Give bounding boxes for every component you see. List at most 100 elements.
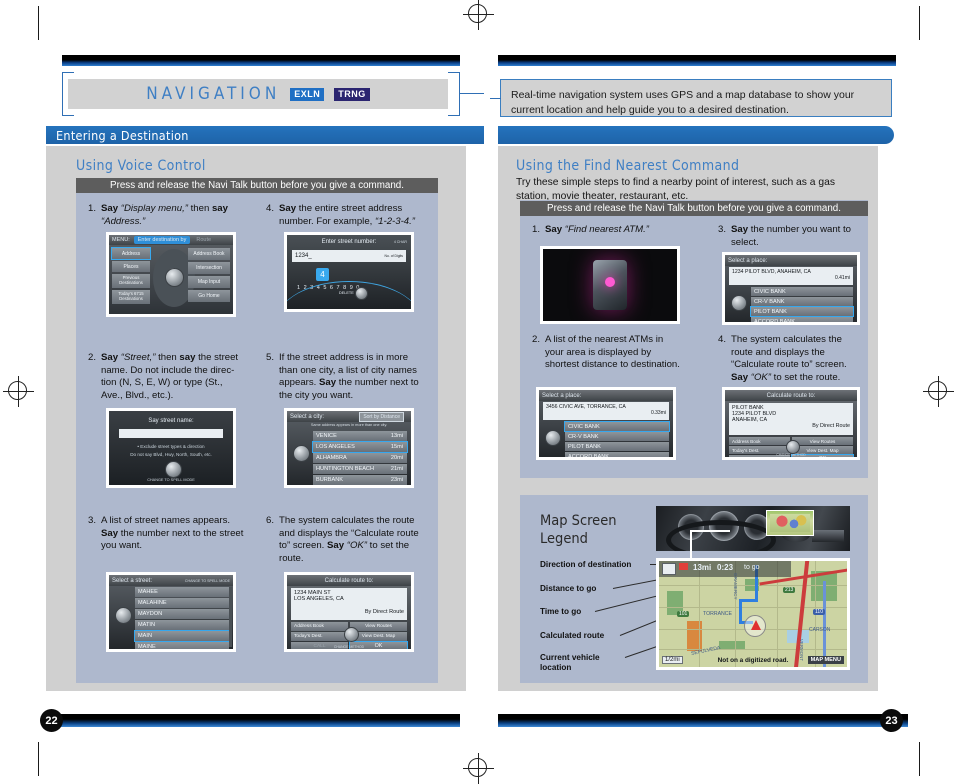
place-list-item[interactable]: CIVIC BANK [751, 287, 853, 296]
intro-callout-text: Real-time navigation system uses GPS and… [511, 89, 855, 117]
place-item-label: CIVIC BANK [568, 423, 600, 430]
menu-button-go-home[interactable]: Go Home [188, 290, 230, 302]
select-place-2-list[interactable]: CIVIC BANK CR-V BANK PILOT BANK ACCORD B… [750, 287, 854, 322]
street-item-label: MAYDON [138, 611, 163, 617]
callout-pointer-top [690, 530, 730, 532]
crop-mark-br-v [919, 742, 920, 776]
left-step-5-text: If the street address is in more than on… [279, 352, 419, 401]
select-place-1-knob[interactable] [545, 430, 561, 446]
calc-left-today-label: Today's Dest. [294, 634, 323, 639]
place-list-item[interactable]: CR-V BANK [565, 432, 669, 441]
left-step-5-number: 5. [266, 352, 275, 363]
vehicle-arrow-icon [751, 620, 761, 630]
street-item-label: MAIN [138, 633, 152, 639]
street-list-item[interactable]: MAINE [135, 642, 229, 649]
select-street-scrollbar[interactable] [229, 587, 232, 647]
menu-button-previous-destinations[interactable]: Previous Destinations [112, 274, 150, 288]
place-list-item[interactable]: CR-V BANK [751, 297, 853, 306]
chapter-title-plate: NAVIGATION EXLN TRNG [68, 79, 448, 109]
left-note-bar: Press and release the Navi Talk button b… [76, 178, 438, 193]
select-place-1-distance: 0.33mi [650, 410, 666, 416]
select-street-knob[interactable] [115, 607, 132, 624]
street-item-label: MATIN [138, 622, 155, 628]
route-shield-101: 101 [677, 611, 690, 617]
screenshot-enter-street-number: Enter street number: 4 CHAR 1234_ No. of… [284, 232, 414, 312]
say-street-knob[interactable] [165, 461, 182, 478]
place-list-item-selected[interactable]: CIVIC BANK [564, 421, 670, 432]
screenshot-find-nearest-atm [540, 246, 680, 324]
calc-route-right-title: Calculate route to: [766, 392, 816, 399]
right-step-3-text: Say the number you want to select. [731, 224, 852, 248]
calc-route-right-view-routes-button[interactable]: View Routes [792, 437, 853, 445]
select-street-list[interactable]: MAHEE MALAHINE MAYDON MATIN MAIN MAINE [134, 587, 230, 649]
city-item-distance: 15mi [390, 444, 403, 450]
city-list-item[interactable]: HUNTINGTON BEACH 21mi [313, 464, 407, 474]
map-street-label-torrance: TORRANCE [703, 611, 733, 617]
registration-mark-bottom [463, 753, 494, 784]
navi-talk-button-glow [605, 277, 615, 288]
menu-tab-inactive: Route [196, 237, 212, 243]
select-city-list[interactable]: VENICE 13mi LOS ANGELES 15mi ALHAMBRA 20mi … [312, 431, 408, 485]
map-menu-button[interactable]: MAP MENU [807, 656, 844, 664]
city-item-label: BURBANK [316, 477, 344, 483]
street-list-item[interactable]: MATIN [135, 620, 229, 630]
registration-mark-left [3, 376, 34, 407]
say-street-spell-mode-button[interactable]: CHANGE TO SPELL MODE [109, 478, 233, 482]
select-city-knob[interactable] [293, 445, 310, 462]
street-item-label: MAINE [138, 644, 156, 649]
calc-route-right-address-book-button[interactable]: Address Book [729, 437, 790, 445]
right-note-bar: Press and release the Navi Talk button b… [520, 201, 868, 216]
city-list-item-selected[interactable]: LOS ANGELES 15mi [312, 441, 408, 453]
enter-number-digits-button[interactable]: No. of Digits [385, 254, 406, 258]
select-city-sort-button[interactable]: Sort by Distance [359, 411, 404, 422]
select-place-1-list[interactable]: CIVIC BANK CR-V BANK PILOT BANK ACCORD B… [564, 421, 670, 457]
usa-map-thumbnail [770, 514, 810, 532]
street-list-item[interactable]: MALAHINE [135, 598, 229, 608]
map-time-to-go: 0:23 [717, 563, 734, 572]
dashboard-photo [656, 506, 850, 551]
map-grid-line [659, 649, 847, 650]
menu-button-places[interactable]: Places [112, 261, 150, 272]
menu-button-map-input[interactable]: Map Input [188, 276, 230, 288]
place-list-item[interactable]: ACCORD BANK [565, 452, 669, 457]
city-list-item[interactable]: VENICE 13mi [313, 431, 407, 441]
map-screen-screenshot: 13mi 0:23 to go 1/2mi Not on a digitized… [656, 558, 850, 670]
registration-mark-top [463, 0, 494, 30]
place-list-item-selected[interactable]: PILOT BANK [750, 306, 854, 317]
right-step-4: 4. The system calculates the route and d… [718, 334, 866, 385]
menu-right-buttons[interactable]: Address Book Intersection Map Input Go H… [188, 248, 230, 302]
place-item-label: CR-V BANK [754, 298, 785, 305]
right-step-1-number: 1. [532, 224, 541, 235]
place-list-item[interactable]: PILOT BANK [565, 442, 669, 451]
city-list-item[interactable]: ALHAMBRA 20mi [313, 453, 407, 463]
menu-button-intersection[interactable]: Intersection [188, 262, 230, 274]
menu-button-address-book[interactable]: Address Book [188, 248, 230, 260]
calc-route-right-destination: PILOT BANK 1234 PILOT BLVD ANAHEIM, CA B… [729, 403, 853, 435]
left-step-1: 1. Say “Display menu,” then say “Address… [88, 203, 243, 228]
direction-of-destination-icon [662, 563, 676, 575]
street-list-item-selected[interactable]: MAIN [134, 630, 230, 642]
trim-badge-exln: EXLN [290, 87, 325, 101]
street-list-item[interactable]: MAHEE [135, 587, 229, 597]
place-list-item[interactable]: ACCORD BANK [751, 317, 853, 322]
street-list-item[interactable]: MAYDON [135, 609, 229, 619]
street-item-label: MAHEE [138, 589, 158, 595]
say-street-input[interactable] [119, 429, 223, 438]
calc-route-left-todays-dest-button[interactable]: Today's Dest. [291, 632, 348, 641]
menu-button-todays-destinations[interactable]: Today's 6715 Destinations [112, 290, 150, 304]
select-place-2-knob[interactable] [731, 295, 747, 311]
menu-center-knob[interactable] [165, 268, 184, 287]
enter-number-corner: 4 CHAR [393, 240, 407, 244]
registration-mark-right [923, 376, 954, 407]
menu-left-buttons[interactable]: Address Places Previous Destinations Tod… [111, 247, 151, 304]
enter-number-input[interactable]: 1234_ No. of Digits [292, 250, 406, 262]
select-city-header: Select a city: Sort by Distance [287, 411, 411, 422]
menu-button-address[interactable]: Address [111, 247, 151, 260]
enter-number-highlight-key[interactable]: 4 [316, 268, 329, 281]
city-list-item[interactable]: BURBANK 23mi [313, 475, 407, 485]
calc-route-right-knob[interactable] [786, 440, 800, 454]
calc-route-left-view-routes-button[interactable]: View Routes [350, 622, 407, 631]
place-item-label: CR-V BANK [568, 433, 599, 440]
calc-route-left-address-book-button[interactable]: Address Book [291, 622, 348, 631]
calc-route-left-knob[interactable] [344, 627, 359, 642]
